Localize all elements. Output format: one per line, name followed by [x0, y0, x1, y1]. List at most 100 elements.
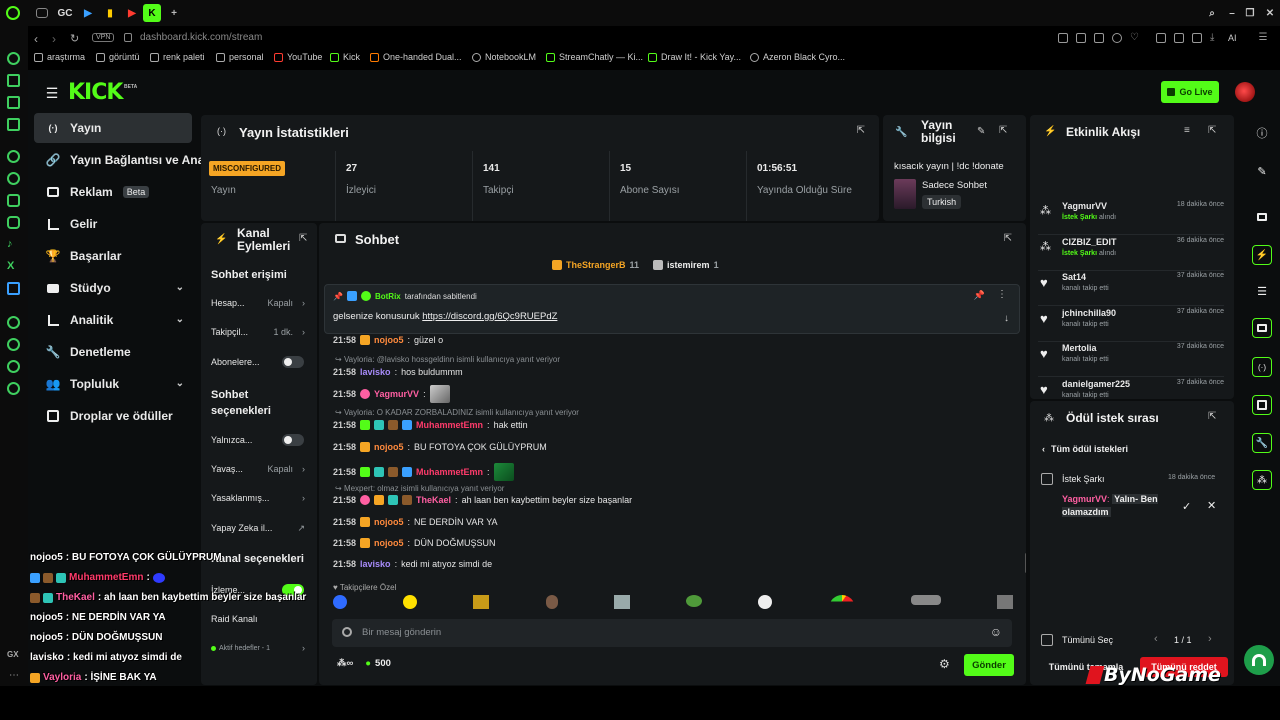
- whatsapp-icon[interactable]: [7, 172, 20, 185]
- reply-context[interactable]: ↪ Vayloria: O KADAR ZORBALADINIZ isimli …: [335, 408, 579, 417]
- chevron-down-icon[interactable]: ⌄: [176, 378, 184, 389]
- emote-icon[interactable]: [333, 595, 347, 609]
- bookmark-item[interactable]: Draw It! - Kick Yay...: [648, 52, 741, 62]
- kick-tab-icon[interactable]: K: [143, 4, 161, 22]
- bookmark-item[interactable]: StreamChatly — Ki...: [546, 52, 643, 62]
- popout-icon[interactable]: ⇱: [1004, 233, 1012, 244]
- event-item[interactable]: ⁂ CIZBIZ_EDIT 36 dakika önce İstek Şarkı al…: [1038, 235, 1224, 271]
- event-item[interactable]: ♥ Mertolia 37 dakika önce kanalı takip etti: [1038, 341, 1224, 377]
- info-icon[interactable]: ⓘ: [1252, 123, 1272, 143]
- chat-gear-icon[interactable]: ⚙: [939, 657, 950, 671]
- youtube-tab-icon[interactable]: ▶: [124, 5, 140, 21]
- event-user[interactable]: Sat14: [1062, 272, 1086, 282]
- select-all-label[interactable]: Tümünü Seç: [1062, 635, 1113, 645]
- minimize-icon[interactable]: –: [1224, 5, 1240, 21]
- nav-studyo[interactable]: Stüdyo ⌄: [34, 273, 192, 303]
- emote-icon[interactable]: [473, 595, 490, 609]
- setting-row[interactable]: Yasaklanmış... ›: [211, 488, 305, 508]
- menu-icon[interactable]: ☰: [1259, 33, 1269, 43]
- broadcast-rail-icon[interactable]: (·): [1252, 357, 1272, 377]
- category-thumbnail[interactable]: [894, 179, 916, 209]
- chat-tools-icon[interactable]: ⁂∞: [337, 658, 353, 669]
- x-icon[interactable]: X: [7, 260, 20, 273]
- speed-dial-icon[interactable]: [7, 52, 20, 65]
- forward-icon[interactable]: ›: [52, 32, 56, 46]
- emote-icon[interactable]: [403, 595, 418, 609]
- nav-droplar[interactable]: Droplar ve ödüller: [34, 401, 192, 431]
- event-item[interactable]: ♥ jchinchilla90 37 dakika önce kanalı takip…: [1038, 306, 1224, 342]
- layout-rail-icon[interactable]: [1252, 395, 1272, 415]
- setting-row[interactable]: Hesap... Kapalı ›: [211, 293, 305, 313]
- emote-icon[interactable]: [758, 595, 773, 609]
- event-user[interactable]: jchinchilla90: [1062, 308, 1116, 318]
- edit-icon[interactable]: ✎: [1252, 161, 1272, 181]
- emote-icon[interactable]: [996, 595, 1013, 609]
- event-user[interactable]: Mertolia: [1062, 343, 1097, 353]
- download-icon[interactable]: ⤓: [1210, 33, 1220, 43]
- vk-icon[interactable]: [7, 282, 20, 295]
- shield-icon[interactable]: [1094, 33, 1104, 43]
- emote-icon[interactable]: [910, 595, 941, 605]
- popout-icon[interactable]: ⇱: [1208, 125, 1216, 136]
- go-live-button[interactable]: Go Live: [1161, 81, 1219, 103]
- emote-icon[interactable]: [545, 595, 558, 609]
- url-text[interactable]: dashboard.kick.com/stream: [140, 32, 262, 43]
- popout-icon[interactable]: ⇱: [857, 125, 865, 136]
- back-icon[interactable]: ‹: [34, 32, 38, 46]
- play-circle-icon[interactable]: [7, 316, 20, 329]
- next-page-icon[interactable]: ›: [1208, 633, 1212, 645]
- popout-icon[interactable]: ⇱: [999, 125, 1007, 136]
- tab-gc[interactable]: GC: [56, 5, 74, 21]
- event-user[interactable]: danielgamer225: [1062, 379, 1130, 389]
- setting-row[interactable]: Yavaş... Kapalı ›: [211, 459, 305, 479]
- stats-icon[interactable]: [1252, 207, 1272, 227]
- emote-icon[interactable]: [828, 595, 855, 608]
- vpn-icon[interactable]: [1112, 33, 1122, 43]
- collapse-icon[interactable]: ↓: [1004, 313, 1009, 324]
- tiktok-icon[interactable]: ♪: [7, 238, 20, 251]
- chevron-down-icon[interactable]: ⌄: [176, 282, 184, 293]
- avatar[interactable]: [1235, 82, 1255, 102]
- opera-logo-icon[interactable]: [6, 6, 20, 20]
- nav-analitik[interactable]: Analitik ⌄: [34, 305, 192, 335]
- hamburger-menu-icon[interactable]: ☰: [44, 85, 60, 101]
- nav-stream-key[interactable]: 🔗 Yayın Bağlantısı ve Anahtar: [34, 145, 206, 175]
- nav-yayin[interactable]: (·) Yayın: [34, 113, 192, 143]
- heart-icon[interactable]: ♡: [1130, 33, 1140, 43]
- nav-gelir[interactable]: Gelir: [34, 209, 192, 239]
- emote-only-toggle[interactable]: [282, 434, 304, 446]
- nav-denetleme[interactable]: 🔧 Denetleme: [34, 337, 192, 367]
- snapshot-icon[interactable]: [1076, 33, 1086, 43]
- bookmark-item[interactable]: One-handed Dual...: [370, 52, 462, 62]
- messenger-icon[interactable]: [7, 118, 20, 131]
- bookmark-item[interactable]: renk paleti: [150, 52, 205, 62]
- share-icon[interactable]: [1192, 33, 1202, 43]
- event-item[interactable]: ⁂ YagmurVV 18 dakika önce İstek Şarkı alınd…: [1038, 199, 1224, 235]
- extensions-icon[interactable]: [1174, 33, 1184, 43]
- select-all-checkbox[interactable]: [1041, 634, 1053, 646]
- more-options-icon[interactable]: ⋮: [997, 289, 1007, 300]
- new-tab-icon[interactable]: +: [166, 5, 182, 21]
- player-icon[interactable]: [7, 96, 20, 109]
- emote-icon[interactable]: [686, 595, 703, 607]
- workspace-icon[interactable]: [7, 74, 20, 87]
- reply-context[interactable]: ↪ Mexpert: olmaz isimli kullanıcıya yanı…: [335, 484, 504, 493]
- chat-rail-icon[interactable]: [1252, 318, 1272, 338]
- list-icon[interactable]: ☰: [1252, 281, 1272, 301]
- pin-icon[interactable]: [1058, 33, 1068, 43]
- wrench-rail-icon[interactable]: 🔧: [1252, 433, 1272, 453]
- chat-input[interactable]: Bir mesaj gönderin: [362, 627, 441, 638]
- send-button[interactable]: Gönder: [964, 654, 1014, 676]
- chat-scrollbar[interactable]: [1025, 553, 1026, 573]
- emoji-icon[interactable]: ☺: [990, 625, 1002, 639]
- ai-button[interactable]: AI: [1228, 33, 1237, 43]
- tab-icon[interactable]: [36, 8, 48, 18]
- setting-row[interactable]: Takipçil... 1 dk. ›: [211, 322, 305, 342]
- event-user[interactable]: YagmurVV: [1062, 201, 1107, 211]
- bookmark-item[interactable]: araştırma: [34, 52, 85, 62]
- play-icon[interactable]: ▶: [80, 5, 96, 21]
- bolt-icon[interactable]: ⚡: [1252, 245, 1272, 265]
- reload-icon[interactable]: ↻: [70, 32, 79, 45]
- chevron-down-icon[interactable]: ⌄: [176, 314, 184, 325]
- bookmark-item[interactable]: NotebookLM: [472, 52, 536, 62]
